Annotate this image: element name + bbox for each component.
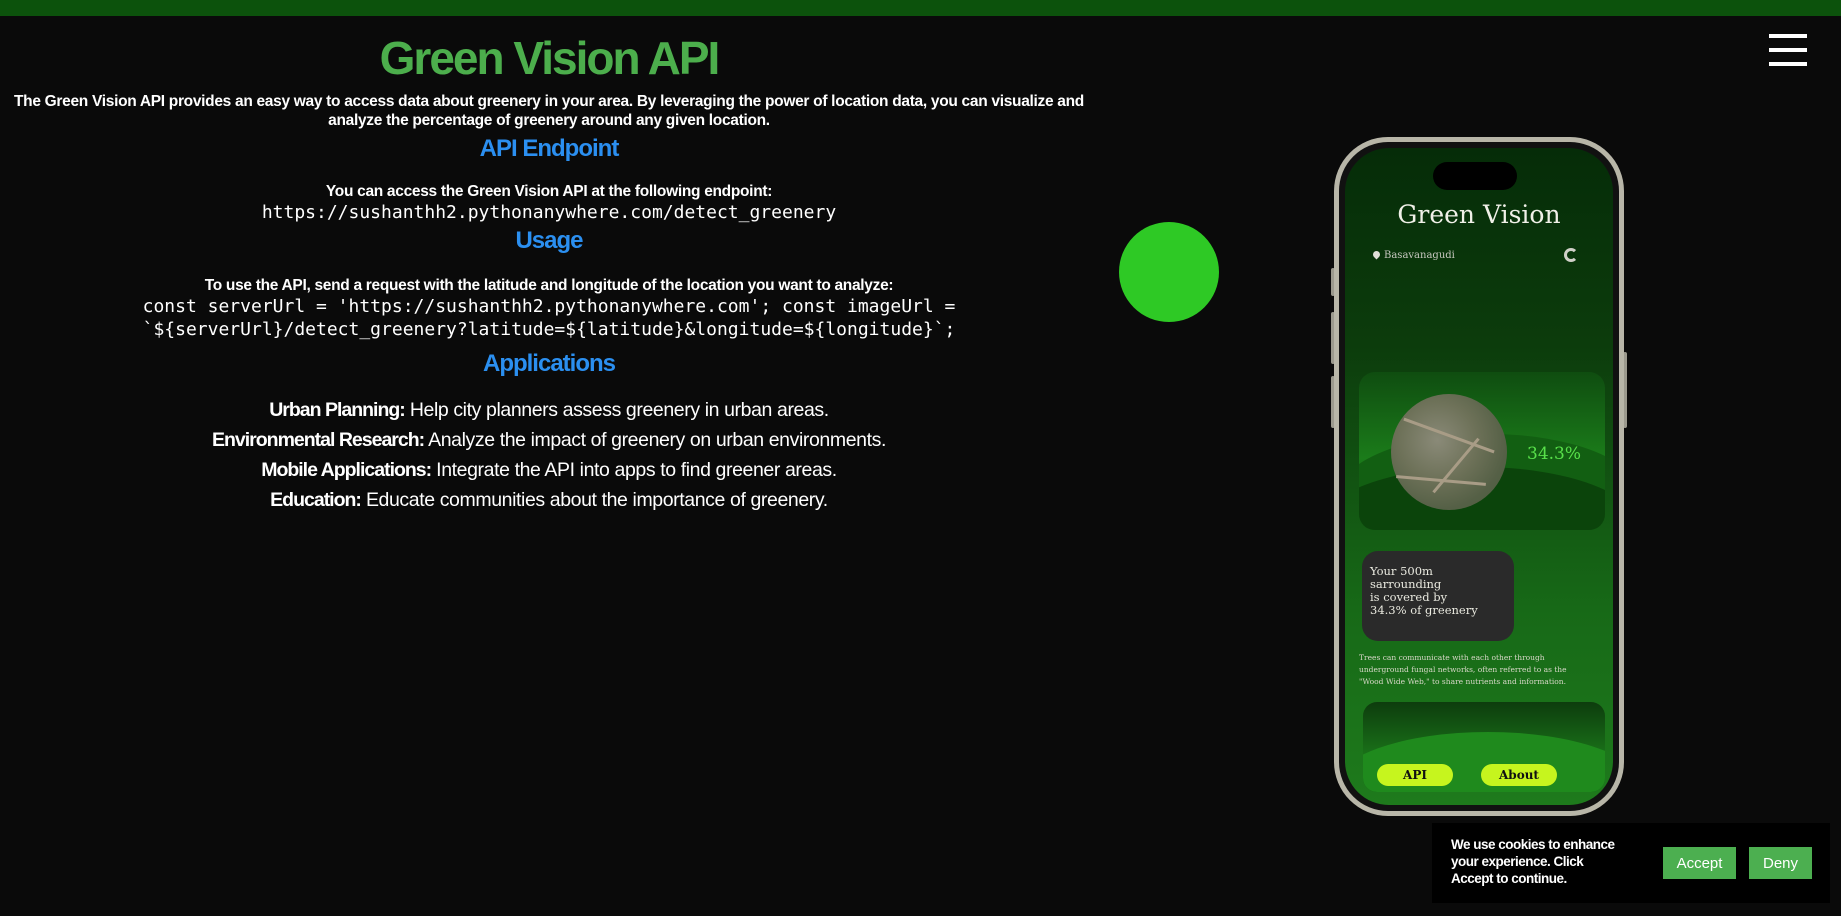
application-label: Mobile Applications: (261, 459, 432, 481)
endpoint-url: https://sushanthh2.pythonanywhere.com/de… (261, 202, 837, 223)
top-bar (0, 0, 1841, 16)
usage-code-line-2: `${serverUrl}/detect_greenery?latitude=$… (142, 319, 956, 340)
deny-button[interactable]: Deny (1749, 847, 1812, 879)
applications-list: Urban Planning: Help city planners asses… (0, 395, 1098, 515)
menu-icon[interactable] (1769, 34, 1807, 72)
api-button[interactable]: API (1377, 764, 1453, 786)
application-text: Help city planners assess greenery in ur… (404, 399, 829, 421)
location-pin-icon (1371, 249, 1382, 260)
main-content: Green Vision API The Green Vision API pr… (0, 22, 1098, 515)
usage-code-line-1: const serverUrl = 'https://sushanthh2.py… (142, 296, 956, 317)
green-circle (1119, 222, 1219, 322)
greenery-percentage: 34.3% (1527, 444, 1582, 464)
list-item: Mobile Applications: Integrate the API i… (0, 455, 1098, 485)
tree-fact: Trees can communicate with each other th… (1359, 653, 1567, 686)
application-text: Integrate the API into apps to find gree… (431, 459, 837, 481)
coverage-card: Your 500m sarrounding is covered by 34.3… (1362, 551, 1514, 641)
accept-button[interactable]: Accept (1663, 847, 1736, 879)
intro-text: The Green Vision API provides an easy wa… (14, 93, 1084, 129)
app-title: Green Vision (1397, 200, 1561, 229)
phone-screen: Green Vision Basavanagudi 34.3% Your 500… (1345, 148, 1613, 805)
endpoint-heading: API Endpoint (479, 135, 620, 162)
phone-notch (1433, 162, 1517, 190)
list-item: Urban Planning: Help city planners asses… (0, 395, 1098, 425)
location-label: Basavanagudi (1371, 249, 1455, 261)
cookie-banner: We use cookies to enhance your experienc… (1432, 823, 1830, 903)
usage-heading: Usage (515, 227, 583, 254)
list-item: Education: Educate communities about the… (0, 485, 1098, 515)
satellite-map (1391, 394, 1507, 510)
location-name: Basavanagudi (1384, 250, 1455, 261)
coverage-line: 34.3% of greenery (1370, 603, 1478, 617)
application-label: Education: (270, 489, 362, 511)
cookie-text: We use cookies to enhance your experienc… (1451, 837, 1615, 886)
application-text: Educate communities about the importance… (360, 489, 828, 511)
about-button[interactable]: About (1481, 764, 1557, 786)
coverage-line: Your 500m sarrounding (1370, 564, 1442, 591)
list-item: Environmental Research: Analyze the impa… (0, 425, 1098, 455)
refresh-icon[interactable] (1564, 248, 1578, 262)
greenery-card: 34.3% (1359, 372, 1605, 530)
endpoint-text: You can access the Green Vision API at t… (325, 183, 773, 200)
application-text: Analyze the impact of greenery on urban … (424, 429, 887, 451)
phone-frame: Green Vision Basavanagudi 34.3% Your 500… (1334, 137, 1624, 816)
application-label: Environmental Research: (211, 429, 425, 451)
application-label: Urban Planning: (269, 399, 406, 421)
usage-text: To use the API, send a request with the … (204, 277, 894, 294)
applications-heading: Applications (482, 350, 616, 377)
page-title: Green Vision API (379, 32, 721, 84)
